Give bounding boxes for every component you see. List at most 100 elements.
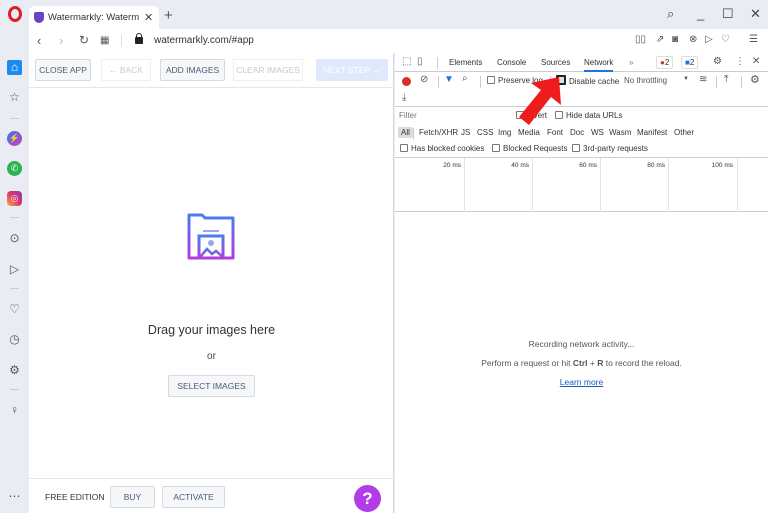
inspect-element-icon[interactable]: ⬚ — [402, 56, 411, 67]
player-icon[interactable]: ⊙ — [7, 231, 22, 246]
whatsapp-icon[interactable]: ✆ — [7, 161, 22, 176]
import-har-icon[interactable]: ⤒ — [724, 74, 728, 85]
export-har-icon[interactable]: ⤓ — [402, 92, 406, 103]
devtools-close-icon[interactable]: ✕ — [752, 56, 760, 67]
device-toolbar-icon[interactable]: ▯ — [417, 56, 423, 67]
type-all[interactable]: All — [398, 127, 413, 138]
type-ws[interactable]: WS — [591, 128, 604, 137]
type-img[interactable]: Img — [498, 128, 511, 137]
add-images-button[interactable]: ADD IMAGES — [160, 59, 225, 81]
clear-icon[interactable]: ⊘ — [420, 74, 428, 85]
buy-button[interactable]: BUY — [110, 486, 155, 508]
devtools-menu-icon[interactable]: ⋮ — [735, 56, 745, 67]
share-icon[interactable]: ⇗ — [656, 34, 664, 45]
messenger-icon[interactable]: ⚡ — [7, 131, 22, 146]
tab-title: Watermarkly: Watermark Photos — [48, 12, 139, 23]
speed-dial-star-icon[interactable]: ☆ — [7, 90, 22, 105]
checkbox[interactable] — [492, 144, 500, 152]
back-button[interactable]: ← BACK — [101, 59, 151, 81]
more-icon[interactable]: ⋯ — [7, 489, 22, 504]
drop-zone[interactable]: Drag your images here or SELECT IMAGES — [29, 88, 394, 478]
url-field[interactable]: watermarkly.com/#app — [154, 35, 254, 46]
instagram-icon[interactable]: ◎ — [7, 191, 22, 206]
type-js[interactable]: JS — [461, 128, 470, 137]
annotation-arrow-icon — [519, 77, 561, 125]
tab-console[interactable]: Console — [497, 58, 526, 67]
learn-more-link[interactable]: Learn more — [560, 377, 603, 387]
home-icon[interactable]: ⌂ — [7, 60, 22, 75]
flow-send-icon[interactable]: ▷ — [7, 262, 22, 277]
instructions-text: Perform a request or hit — [481, 358, 573, 368]
disable-cache-checkbox[interactable]: Disable cache — [556, 75, 619, 86]
timeline-gridline — [464, 158, 465, 212]
more-tabs-icon[interactable]: » — [629, 58, 633, 67]
browser-tab[interactable]: Watermarkly: Watermark Photos ✕ — [29, 6, 159, 29]
tab-close-icon[interactable]: ✕ — [144, 11, 153, 24]
network-settings-icon[interactable]: ⚙ — [750, 73, 760, 86]
activate-button[interactable]: ACTIVATE — [162, 486, 225, 508]
help-button[interactable]: ? — [354, 485, 381, 512]
clear-images-button[interactable]: CLEAR IMAGES — [233, 59, 303, 81]
back-icon[interactable]: ‹ — [37, 33, 41, 48]
close-window-icon[interactable]: ✕ — [750, 6, 761, 22]
browser-titlebar: Watermarkly: Watermark Photos ✕ + ⌕ _ ☐ … — [0, 0, 768, 29]
throttling-dropdown-icon[interactable]: ▼ — [683, 76, 689, 82]
throttling-select[interactable]: No throttling — [624, 76, 667, 85]
watermarkly-favicon-icon — [34, 12, 44, 23]
minimize-icon[interactable]: _ — [697, 6, 704, 21]
checkbox[interactable] — [400, 144, 408, 152]
easy-setup-icon[interactable]: ☰ — [749, 34, 758, 45]
type-other[interactable]: Other — [674, 128, 694, 137]
checkbox[interactable] — [572, 144, 580, 152]
tab-elements[interactable]: Elements — [449, 58, 482, 67]
lock-icon[interactable] — [135, 33, 143, 44]
third-party-checkbox[interactable]: 3rd-party requests — [572, 144, 648, 153]
tips-lightbulb-icon[interactable]: ♀ — [7, 403, 22, 418]
messages-badge[interactable]: ■2 — [681, 56, 699, 69]
network-timeline[interactable]: 20 ms 40 ms 60 ms 80 ms 100 ms — [395, 157, 768, 212]
close-app-button[interactable]: CLOSE APP — [35, 59, 91, 81]
opera-logo-icon[interactable] — [8, 6, 22, 22]
reload-icon[interactable]: ↻ — [79, 33, 89, 47]
divider — [716, 76, 717, 88]
has-blocked-cookies-checkbox[interactable]: Has blocked cookies — [400, 144, 484, 153]
filter-input[interactable] — [397, 109, 507, 121]
reader-icon[interactable]: ▯▯ — [635, 34, 646, 45]
devtools-settings-icon[interactable]: ⚙ — [713, 56, 722, 67]
type-doc[interactable]: Doc — [570, 128, 584, 137]
filter-funnel-icon[interactable]: ▼ — [444, 74, 454, 85]
bookmark-heart-icon[interactable]: ♡ — [721, 34, 730, 45]
app-toolbar: CLOSE APP ← BACK ADD IMAGES CLEAR IMAGES… — [29, 53, 394, 88]
tab-network[interactable]: Network — [584, 58, 614, 72]
network-conditions-icon[interactable]: ≋ — [699, 74, 707, 85]
camera-icon[interactable]: ◙ — [672, 34, 678, 45]
type-manifest[interactable]: Manifest — [637, 128, 667, 137]
new-tab-button[interactable]: + — [164, 7, 173, 24]
sidebar-separator — [10, 118, 19, 119]
next-step-button[interactable]: NEXT STEP → — [316, 59, 388, 81]
type-css[interactable]: CSS — [477, 128, 493, 137]
record-button[interactable] — [402, 77, 411, 86]
type-wasm[interactable]: Wasm — [609, 128, 631, 137]
search-icon[interactable]: ⌕ — [462, 73, 468, 84]
type-fetch-xhr[interactable]: Fetch/XHR — [419, 128, 458, 137]
tabs-grid-icon[interactable]: ▦ — [100, 35, 109, 46]
forward-icon[interactable]: › — [59, 33, 63, 48]
drag-images-text: Drag your images here — [147, 323, 276, 337]
send-icon[interactable]: ▷ — [705, 34, 713, 45]
errors-badge[interactable]: ●2 — [656, 56, 674, 69]
history-clock-icon[interactable]: ◷ — [7, 332, 22, 347]
maximize-icon[interactable]: ☐ — [722, 6, 734, 22]
adblock-icon[interactable]: ⊗ — [689, 34, 697, 45]
opera-sidebar: ⌂ ☆ ⚡ ✆ ◎ ⊙ ▷ ♡ ◷ ⚙ ♀ ⋯ — [0, 53, 29, 513]
record-instructions: Perform a request or hit Ctrl + R to rec… — [395, 358, 768, 368]
divider — [741, 76, 742, 88]
search-tabs-icon[interactable]: ⌕ — [667, 6, 674, 22]
tab-sources[interactable]: Sources — [541, 58, 570, 67]
bookmarks-heart-icon[interactable]: ♡ — [7, 302, 22, 317]
hide-data-urls-checkbox[interactable]: Hide data URLs — [555, 111, 622, 120]
settings-gear-icon[interactable]: ⚙ — [7, 363, 22, 378]
select-images-button[interactable]: SELECT IMAGES — [168, 375, 255, 397]
checkbox[interactable] — [487, 76, 495, 84]
blocked-requests-checkbox[interactable]: Blocked Requests — [492, 144, 567, 153]
